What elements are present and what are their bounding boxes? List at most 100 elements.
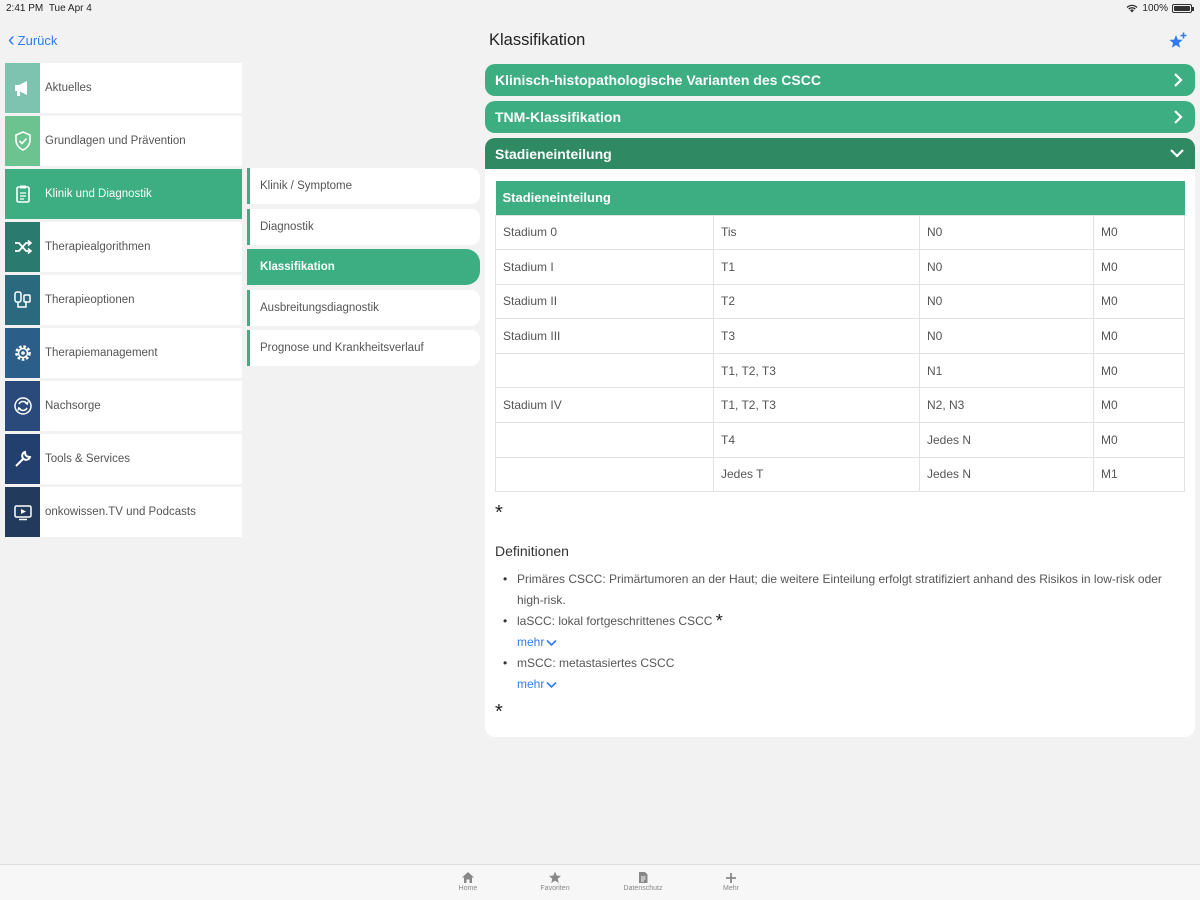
tab-home[interactable]: Home <box>438 870 498 892</box>
sidebar-item-aktuelles[interactable]: Aktuelles <box>5 63 242 113</box>
sidebar-icon-box <box>5 116 40 166</box>
sidebar: Aktuelles Grundlagen und Prävention Klin… <box>5 63 242 540</box>
sidebar-item-label: Nachsorge <box>45 400 101 412</box>
table-cell: N0 <box>919 214 1094 251</box>
table-cell: T3 <box>713 318 920 354</box>
accordion-tnm[interactable]: TNM-Klassifikation <box>485 101 1195 133</box>
sidebar-icon-box <box>5 275 40 325</box>
table-row: T1, T2, T3 N1 M0 <box>495 352 1185 389</box>
stage-table: Stadieneinteilung Stadium 0 Tis N0 M0 St… <box>495 181 1185 493</box>
table-cell: M1 <box>1093 456 1185 493</box>
clipboard-icon <box>15 185 30 203</box>
definition-text: laSCC: lokal fortgeschrittenes CSCC <box>517 614 713 628</box>
table-cell: Jedes N <box>919 456 1094 493</box>
chevron-right-icon <box>1174 110 1183 124</box>
chevron-down-icon <box>546 681 557 688</box>
table-cell: Jedes T <box>713 456 920 493</box>
refresh-icon <box>13 397 32 415</box>
table-cell: N0 <box>919 283 1094 320</box>
submenu: Klinik / Symptome Diagnostik Klassifikat… <box>247 168 480 371</box>
table-row: T4 Jedes N M0 <box>495 422 1185 458</box>
list-item: mSCC: metastasiertes CSCC mehr <box>503 653 1183 695</box>
sidebar-icon-box <box>5 381 40 431</box>
table-cell <box>495 422 714 458</box>
sidebar-item-nachsorge[interactable]: Nachsorge <box>5 381 242 431</box>
accordion-stadieneinteilung[interactable]: Stadieneinteilung <box>485 138 1195 170</box>
table-cell: N2, N3 <box>919 387 1094 424</box>
sidebar-item-therapiemanagement[interactable]: Therapiemanagement <box>5 328 242 378</box>
table-header: Stadieneinteilung <box>495 181 1185 215</box>
table-cell <box>495 352 714 389</box>
page-title: Klassifikation <box>489 31 586 49</box>
more-label: mehr <box>517 677 545 691</box>
tab-label: Home <box>458 885 478 892</box>
sidebar-item-onkowissen-tv[interactable]: onkowissen.TV und Podcasts <box>5 487 242 537</box>
chevron-left-icon: ‹ <box>8 29 15 51</box>
tab-bar: Home Favoriten Datenschutz Mehr <box>0 864 1200 900</box>
sidebar-icon-box <box>5 169 40 219</box>
table-row: Stadium II T2 N0 M0 <box>495 283 1185 320</box>
table-row: Stadium III T3 N0 M0 <box>495 318 1185 354</box>
status-right: 100% <box>1126 3 1194 14</box>
definitions-title: Definitionen <box>495 543 569 559</box>
table-cell: Stadium II <box>495 283 714 320</box>
sidebar-icon-box <box>5 487 40 537</box>
accordion-label: TNM-Klassifikation <box>495 109 622 125</box>
table-cell: M0 <box>1093 249 1185 285</box>
submenu-item-prognose[interactable]: Prognose und Krankheitsverlauf <box>247 330 480 366</box>
back-label: Zurück <box>17 32 58 48</box>
sidebar-item-label: Klinik und Diagnostik <box>45 188 152 200</box>
sidebar-item-grundlagen[interactable]: Grundlagen und Prävention <box>5 116 242 166</box>
plus-icon <box>725 870 737 885</box>
submenu-item-ausbreitungsdiagnostik[interactable]: Ausbreitungsdiagnostik <box>247 289 480 326</box>
table-cell: Stadium 0 <box>495 214 714 251</box>
accordion-label: Klinisch-histopathologische Varianten de… <box>495 72 821 88</box>
sidebar-icon-box <box>5 222 40 272</box>
sidebar-item-therapiealgorithmen[interactable]: Therapiealgorithmen <box>5 222 242 272</box>
sidebar-item-label: Grundlagen und Prävention <box>45 135 186 147</box>
tab-mehr[interactable]: Mehr <box>701 870 761 892</box>
table-cell: M0 <box>1093 422 1185 458</box>
submenu-item-klinik-symptome[interactable]: Klinik / Symptome <box>247 168 480 204</box>
footnote-asterisk: * <box>495 701 503 723</box>
footnote-asterisk: * <box>495 502 503 524</box>
footnote-asterisk: * <box>715 611 723 631</box>
add-favorite-button[interactable] <box>1168 31 1188 51</box>
back-button[interactable]: ‹ Zurück <box>8 29 58 51</box>
table-row: Stadium I T1 N0 M0 <box>495 249 1185 285</box>
more-link[interactable]: mehr <box>517 674 557 695</box>
submenu-item-diagnostik[interactable]: Diagnostik <box>247 208 480 245</box>
star-plus-icon <box>1169 32 1187 48</box>
status-time: 2:41 PM Tue Apr 4 <box>6 3 92 14</box>
table-cell: T1 <box>713 249 920 285</box>
table-cell: N0 <box>919 249 1094 285</box>
table-header-row: Stadieneinteilung <box>495 181 1185 215</box>
sidebar-icon-box <box>5 63 40 113</box>
tab-datenschutz[interactable]: Datenschutz <box>613 870 673 892</box>
table-cell: N0 <box>919 318 1094 354</box>
battery-percent: 100% <box>1142 3 1168 14</box>
table-row: Stadium 0 Tis N0 M0 <box>495 214 1185 251</box>
more-link[interactable]: mehr <box>517 632 557 653</box>
table-cell: T4 <box>713 422 920 458</box>
home-icon <box>461 870 475 885</box>
table-cell: M0 <box>1093 352 1185 389</box>
chevron-down-icon <box>1170 149 1184 158</box>
table-cell: Stadium I <box>495 249 714 285</box>
sidebar-item-therapieoptionen[interactable]: Therapieoptionen <box>5 275 242 325</box>
sidebar-item-klinik[interactable]: Klinik und Diagnostik <box>5 169 242 219</box>
sidebar-item-tools[interactable]: Tools & Services <box>5 434 242 484</box>
accordion-varianten[interactable]: Klinisch-histopathologische Varianten de… <box>485 64 1195 96</box>
tab-label: Datenschutz <box>623 885 663 892</box>
definitions-list: Primäres CSCC: Primärtumoren an der Haut… <box>503 569 1183 695</box>
table-cell: M0 <box>1093 214 1185 251</box>
table-row: Stadium IV T1, T2, T3 N2, N3 M0 <box>495 387 1185 424</box>
wifi-icon <box>1126 4 1138 13</box>
tab-favoriten[interactable]: Favoriten <box>525 870 585 892</box>
sidebar-icon-box <box>5 328 40 378</box>
video-icon <box>13 505 32 521</box>
shield-icon <box>14 131 31 151</box>
content-card: Stadieneinteilung Stadium 0 Tis N0 M0 St… <box>485 169 1195 737</box>
submenu-item-klassifikation[interactable]: Klassifikation <box>247 249 480 285</box>
table-cell: M0 <box>1093 318 1185 354</box>
